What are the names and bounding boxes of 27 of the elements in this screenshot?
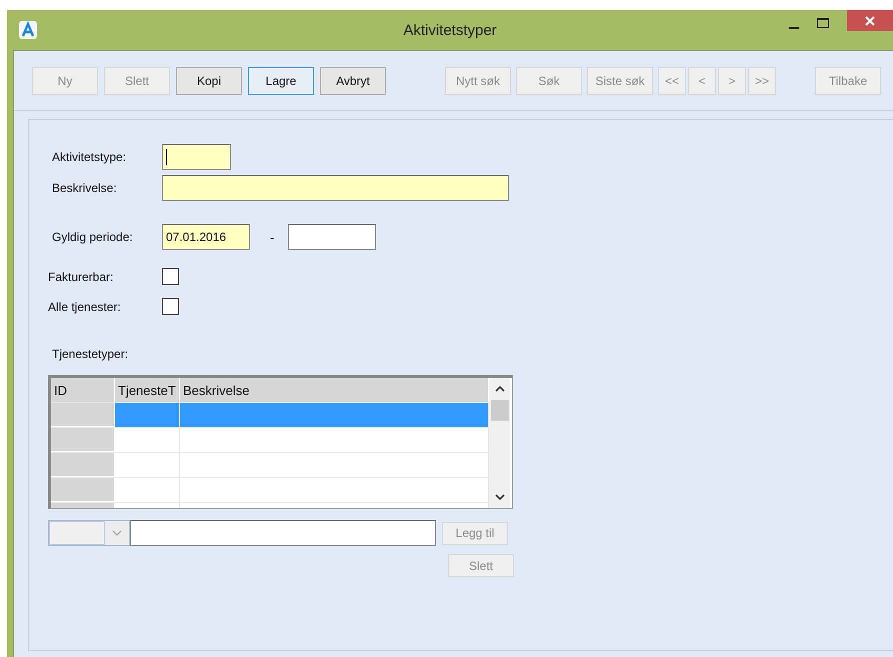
scroll-thumb[interactable] bbox=[490, 400, 508, 421]
input-field[interactable] bbox=[162, 175, 509, 201]
field-label: Gyldig periode: bbox=[51, 230, 134, 244]
toolbar-button[interactable]: Avbryt bbox=[320, 66, 386, 94]
checkbox[interactable] bbox=[162, 298, 179, 315]
input-field[interactable] bbox=[130, 520, 436, 546]
checkbox-label: Alle tjenester: bbox=[47, 300, 122, 314]
date-field[interactable] bbox=[288, 224, 376, 250]
close-button[interactable] bbox=[847, 10, 893, 31]
field-label: Beskrivelse: bbox=[51, 181, 118, 195]
maximize-icon[interactable] bbox=[817, 18, 829, 28]
scroll-bar[interactable] bbox=[489, 378, 510, 508]
checkbox-label: Fakturerbar: bbox=[47, 270, 114, 284]
input-field[interactable] bbox=[162, 144, 231, 170]
close-icon bbox=[865, 16, 875, 26]
scroll-down-icon[interactable] bbox=[494, 493, 504, 501]
checkbox[interactable] bbox=[162, 268, 179, 285]
scroll-up-icon[interactable] bbox=[494, 385, 504, 393]
window-title: Aktivitetstyper bbox=[402, 22, 498, 39]
toolbar-button[interactable]: Lagre bbox=[248, 66, 314, 94]
range-separator: - bbox=[270, 230, 274, 244]
field-label: Aktivitetstype: bbox=[51, 150, 128, 164]
date-field[interactable]: 07.01.2016 bbox=[162, 224, 250, 250]
section-label: Tjenestetyper: bbox=[52, 347, 128, 361]
column-header[interactable]: TjenesteT bbox=[115, 378, 180, 402]
toolbar-button[interactable]: Kopi bbox=[176, 66, 242, 94]
app-logo-icon bbox=[19, 21, 37, 39]
